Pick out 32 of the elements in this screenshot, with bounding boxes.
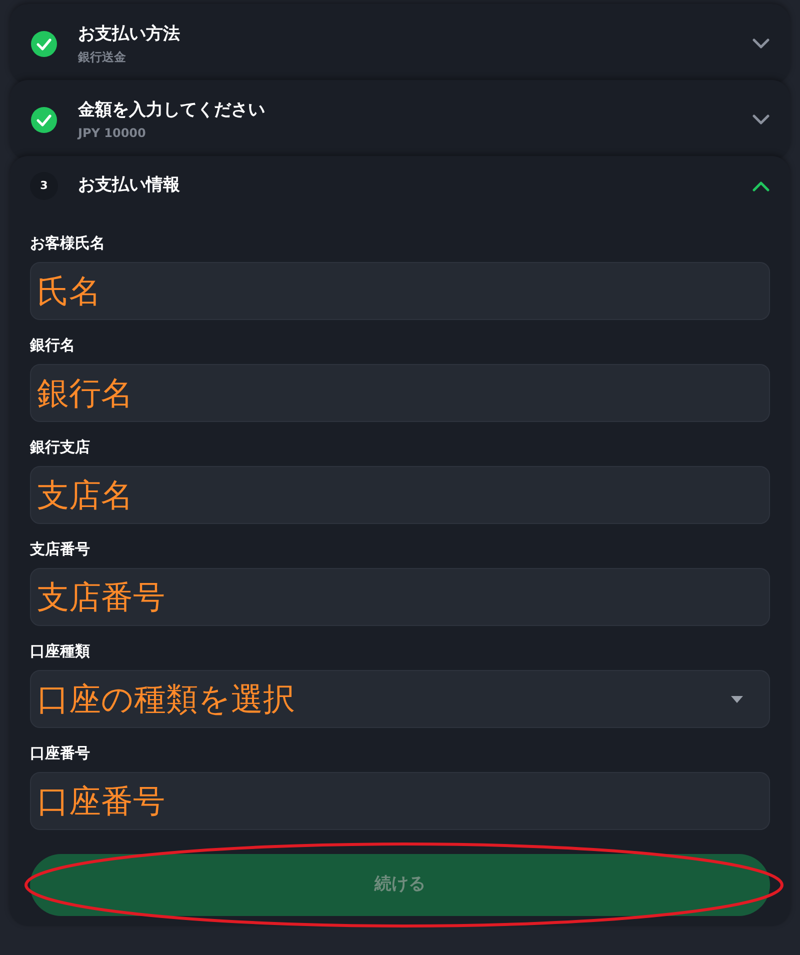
field-value: 口座の種類を選択: [37, 683, 296, 715]
step-title: お支払い方法: [78, 23, 181, 46]
check-circle-icon: [30, 30, 58, 58]
chevron-down-icon[interactable]: [752, 38, 770, 50]
field-label: お客様氏名: [30, 232, 106, 254]
field-value: 口座番号: [37, 785, 166, 817]
field-label: 支店番号: [30, 538, 91, 560]
field-value: 支店番号: [37, 581, 166, 613]
chevron-down-icon[interactable]: [752, 114, 770, 126]
field-label: 口座番号: [30, 742, 91, 764]
input-field[interactable]: 銀行名: [30, 364, 770, 422]
dropdown-caret-icon: [731, 696, 743, 702]
field-value: 氏名: [37, 275, 102, 307]
input-field[interactable]: 支店番号: [30, 568, 770, 626]
step-number: 3: [30, 172, 58, 200]
step-header[interactable]: 金額を入力してください JPY 10000: [10, 80, 790, 160]
select-field[interactable]: 口座の種類を選択: [30, 670, 770, 728]
chevron-up-icon[interactable]: [752, 180, 770, 192]
step-header[interactable]: お支払い方法 銀行送金: [10, 4, 790, 84]
step-subtitle: JPY 10000: [78, 124, 147, 142]
step-subtitle: 銀行送金: [78, 48, 127, 66]
field-value: 支店名: [37, 479, 134, 511]
field-value: 銀行名: [37, 377, 134, 409]
step-title: お支払い情報: [78, 174, 181, 198]
check-circle-icon: [30, 106, 58, 134]
input-field[interactable]: 口座番号: [30, 772, 770, 830]
field-label: 銀行支店: [30, 436, 91, 458]
input-field[interactable]: 支店名: [30, 466, 770, 524]
field-label: 銀行名: [30, 334, 76, 356]
input-field[interactable]: 氏名: [30, 262, 770, 320]
field-label: 口座種類: [30, 640, 91, 662]
step-title: 金額を入力してください: [78, 99, 266, 122]
